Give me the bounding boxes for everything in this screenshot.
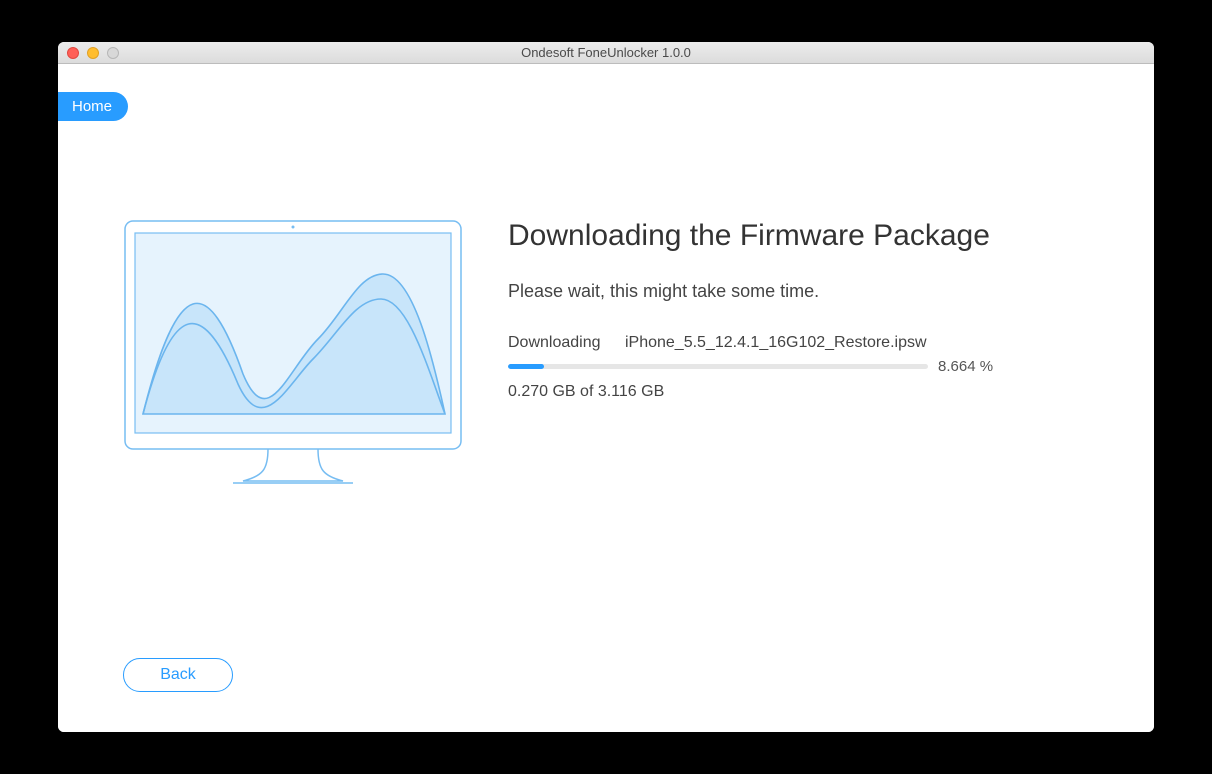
progress-fill (508, 364, 544, 369)
download-filename: iPhone_5.5_12.4.1_16G102_Restore.ipsw (625, 334, 927, 351)
main-area: Downloading the Firmware Package Please … (58, 64, 1154, 494)
monitor-illustration (123, 219, 463, 494)
text-panel: Downloading the Firmware Package Please … (508, 219, 1068, 401)
window-title: Ondesoft FoneUnlocker 1.0.0 (58, 45, 1154, 60)
content-area: Home Downloading the Firmware Package Pl… (58, 64, 1154, 732)
download-amount: 0.270 GB of 3.116 GB (508, 383, 1068, 401)
app-window: Ondesoft FoneUnlocker 1.0.0 Home Downloa… (58, 42, 1154, 732)
titlebar[interactable]: Ondesoft FoneUnlocker 1.0.0 (58, 42, 1154, 64)
maximize-icon (107, 47, 119, 59)
home-tab[interactable]: Home (58, 92, 128, 121)
minimize-icon[interactable] (87, 47, 99, 59)
download-label: Downloading (508, 334, 601, 351)
progress-wrap: 8.664 % (508, 358, 1068, 375)
page-subtitle: Please wait, this might take some time. (508, 281, 1068, 302)
progress-bar (508, 364, 928, 369)
page-heading: Downloading the Firmware Package (508, 219, 1068, 253)
close-icon[interactable] (67, 47, 79, 59)
progress-percent: 8.664 % (938, 358, 993, 375)
download-row: Downloading iPhone_5.5_12.4.1_16G102_Res… (508, 334, 1068, 352)
traffic-lights (58, 47, 119, 59)
back-button[interactable]: Back (123, 658, 233, 692)
